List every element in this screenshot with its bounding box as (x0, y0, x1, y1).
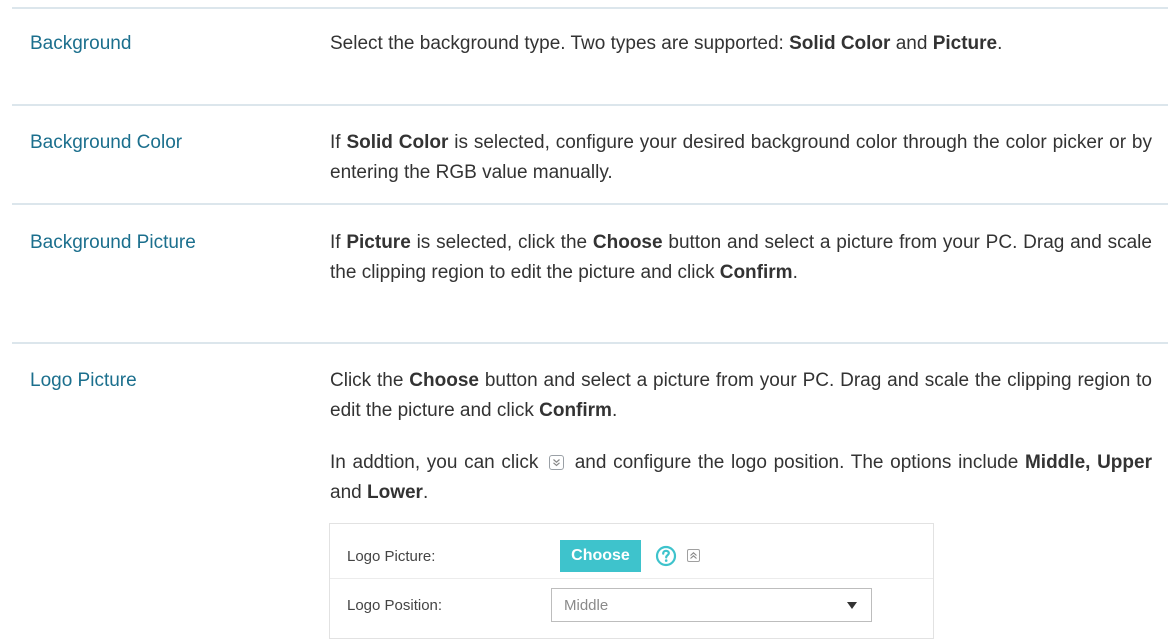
term-background: Background (30, 33, 132, 54)
bold-term: Middle, Upper (1024, 452, 1152, 473)
text-run: is selected, configure your desired back… (330, 132, 1152, 183)
desc-logo-picture: Click the Choose button and select a pic… (330, 366, 1152, 426)
choose-button[interactable]: Choose (560, 540, 641, 572)
text-run: is selected, click the (410, 232, 593, 253)
bold-term: Solid Color (789, 33, 891, 54)
panel-divider (330, 578, 933, 579)
logo-position-label: Logo Position: (347, 597, 443, 614)
row-separator (12, 203, 1168, 205)
bold-term: Lower (366, 482, 423, 503)
text-run: . (422, 482, 429, 503)
desc-background-color: If Solid Color is selected, configure yo… (330, 128, 1152, 188)
desc-logo-position: In addtion, you can click and configure … (330, 448, 1152, 508)
text-run: and (330, 482, 367, 503)
bold-term: Confirm (539, 400, 612, 421)
term-background-color: Background Color (30, 132, 183, 153)
text-run: Select the background type. Two types ar… (330, 33, 790, 54)
row-separator (12, 342, 1168, 344)
dropdown-arrow-icon (847, 602, 857, 609)
parameter-table: Background Select the background type. T… (0, 0, 1168, 643)
text-run: . (792, 262, 798, 283)
term-logo-picture: Logo Picture (30, 370, 137, 391)
bold-term: Choose (409, 370, 479, 391)
text-run: Click the (330, 370, 410, 391)
text-run: In addtion, you can click (330, 452, 546, 473)
term-background-picture: Background Picture (30, 232, 196, 253)
logo-settings-screenshot: Logo Picture: Choose Logo Position: Midd… (329, 523, 934, 639)
logo-position-select[interactable]: Middle (551, 588, 872, 622)
expand-down-icon (549, 455, 565, 470)
row-separator (12, 7, 1168, 9)
bold-term: Confirm (719, 262, 793, 283)
bold-term: Picture (932, 33, 998, 54)
question-circle-icon[interactable] (655, 545, 677, 567)
bold-term: Picture (346, 232, 411, 253)
desc-background: Select the background type. Two types ar… (330, 29, 1152, 59)
bold-term: Choose (592, 232, 663, 253)
collapse-up-icon[interactable] (687, 549, 700, 562)
logo-picture-label: Logo Picture: (347, 548, 436, 565)
desc-background-picture: If Picture is selected, click the Choose… (330, 228, 1152, 288)
text-run: If (330, 132, 347, 153)
row-separator (12, 104, 1168, 106)
logo-position-value: Middle (564, 597, 609, 614)
text-run: . (611, 400, 618, 421)
text-run: . (997, 33, 1003, 54)
text-run: If (330, 232, 347, 253)
text-run: and (890, 33, 933, 54)
text-run: and configure the logo position. The opt… (568, 452, 1025, 473)
bold-term: Solid Color (346, 132, 449, 153)
